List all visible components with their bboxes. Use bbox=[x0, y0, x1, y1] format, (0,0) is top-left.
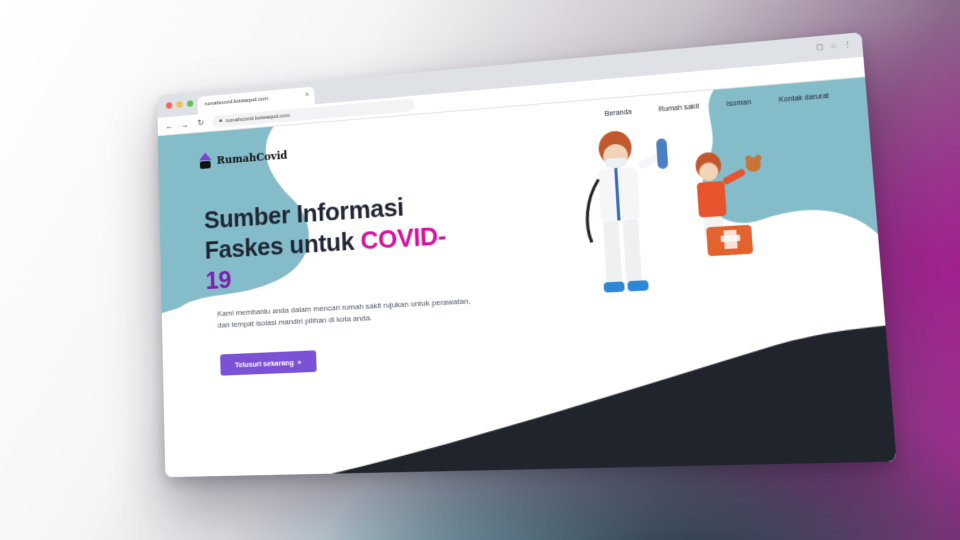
stage: rumahcovid.kotwaqod.com × ▢ ☆ ⋮ ← → ↻ 🔒︎… bbox=[0, 0, 960, 540]
forward-arrow-icon[interactable]: → bbox=[180, 119, 189, 129]
double-chevron-right-icon: » bbox=[297, 357, 302, 367]
browser-menu-icon[interactable]: ⋮ bbox=[843, 40, 851, 49]
bookmark-star-icon[interactable]: ☆ bbox=[830, 42, 837, 51]
web-page: RumahCovid Beranda Rumah sakit Isoman Ko… bbox=[157, 77, 897, 478]
browser-window: rumahcovid.kotwaqod.com × ▢ ☆ ⋮ ← → ↻ 🔒︎… bbox=[157, 32, 897, 478]
cta-label: Telusuri sekarang bbox=[234, 357, 294, 369]
doctor-figure bbox=[582, 129, 669, 293]
window-controls bbox=[165, 100, 194, 109]
toy-figures-illustration bbox=[561, 129, 762, 293]
maximize-window-button[interactable] bbox=[186, 100, 194, 108]
minimize-window-button[interactable] bbox=[176, 101, 183, 109]
lock-icon: 🔒︎ bbox=[219, 117, 223, 124]
tab-bar-icons: ▢ ☆ ⋮ bbox=[816, 40, 851, 52]
extension-icon[interactable]: ▢ bbox=[816, 43, 824, 52]
hero-title: Sumber Informasi Faskes untuk COVID- 19 bbox=[204, 185, 489, 295]
back-arrow-icon[interactable]: ← bbox=[165, 121, 174, 131]
hero-title-accent-2: 19 bbox=[205, 264, 232, 295]
logo-text: RumahCovid bbox=[216, 148, 288, 167]
tab-close-icon[interactable]: × bbox=[305, 92, 309, 99]
address-text: rumahcovid.kotwaqod.com bbox=[225, 112, 291, 124]
hero-title-accent: COVID- bbox=[359, 220, 447, 256]
girl-figure bbox=[694, 151, 762, 257]
close-window-button[interactable] bbox=[165, 102, 173, 109]
explore-now-button[interactable]: Telusuri sekarang » bbox=[220, 350, 317, 376]
house-logo-icon bbox=[198, 152, 212, 170]
reload-icon[interactable]: ↻ bbox=[196, 118, 205, 129]
tab-title: rumahcovid.kotwaqod.com bbox=[204, 96, 269, 108]
